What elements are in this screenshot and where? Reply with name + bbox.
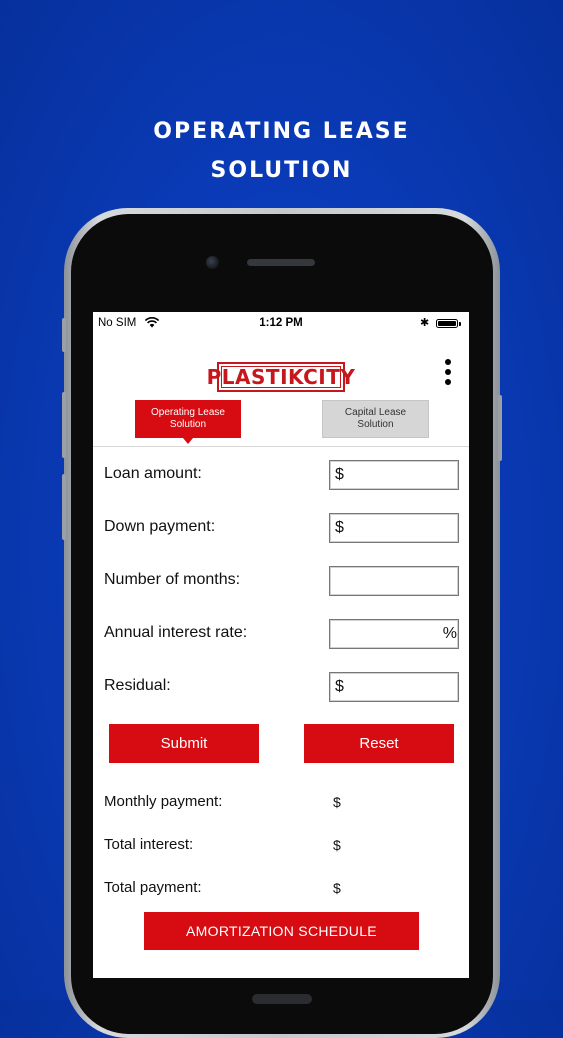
total-interest-label: Total interest: <box>104 836 194 853</box>
active-tab-indicator <box>183 438 193 444</box>
number-of-months-input[interactable] <box>335 569 439 595</box>
loan-amount-field[interactable]: $ <box>329 460 459 490</box>
earpiece-speaker <box>247 259 315 266</box>
down-payment-label: Down payment: <box>104 518 216 535</box>
tab-operating-lease[interactable]: Operating Lease Solution <box>135 400 241 438</box>
loan-amount-label: Loan amount: <box>104 465 202 482</box>
clock: 1:12 PM <box>259 317 303 329</box>
currency-prefix: $ <box>335 678 344 695</box>
residual-field[interactable]: $ <box>329 672 459 702</box>
plastikcity-logo: PLASTIKCITY <box>207 362 355 392</box>
header-divider <box>93 446 469 447</box>
down-payment-field[interactable]: $ <box>329 513 459 543</box>
loan-amount-input[interactable] <box>348 463 452 489</box>
monthly-payment-label: Monthly payment: <box>104 793 223 810</box>
residual-label: Residual: <box>104 677 171 694</box>
phone-volume-up <box>62 392 66 458</box>
submit-button[interactable]: Submit <box>109 724 259 763</box>
promo-headline: OPERATING LEASE SOLUTION <box>0 112 563 190</box>
annual-interest-rate-field[interactable]: % <box>329 619 459 649</box>
total-interest-value: $ <box>333 837 341 853</box>
headline-line-2: SOLUTION <box>210 158 353 183</box>
status-bar: No SIM 1:12 PM ✱ <box>93 312 469 334</box>
battery-icon <box>436 319 461 328</box>
bluetooth-icon: ✱ <box>420 317 430 329</box>
phone-power-button <box>498 395 502 461</box>
home-button-edge <box>252 994 312 1004</box>
amortization-schedule-button[interactable]: AMORTIZATION SCHEDULE <box>144 912 419 950</box>
reset-button[interactable]: Reset <box>304 724 454 763</box>
total-payment-value: $ <box>333 880 341 896</box>
annual-interest-rate-label: Annual interest rate: <box>104 624 248 641</box>
phone-screen: No SIM 1:12 PM ✱ PLASTIKCITY Operating L… <box>93 312 469 978</box>
phone-mute-switch <box>62 318 66 352</box>
front-camera <box>206 256 219 269</box>
monthly-payment-value: $ <box>333 794 341 810</box>
more-vertical-icon[interactable] <box>441 359 455 391</box>
percent-suffix: % <box>442 625 457 642</box>
headline-line-1: OPERATING LEASE <box>153 119 410 144</box>
phone-volume-down <box>62 474 66 540</box>
residual-input[interactable] <box>348 675 452 701</box>
annual-interest-rate-input[interactable] <box>335 622 439 648</box>
currency-prefix: $ <box>335 519 344 536</box>
tab-capital-lease[interactable]: Capital Lease Solution <box>322 400 429 438</box>
total-payment-label: Total payment: <box>104 879 202 896</box>
currency-prefix: $ <box>335 466 344 483</box>
number-of-months-field[interactable] <box>329 566 459 596</box>
down-payment-input[interactable] <box>348 516 452 542</box>
number-of-months-label: Number of months: <box>104 571 241 588</box>
